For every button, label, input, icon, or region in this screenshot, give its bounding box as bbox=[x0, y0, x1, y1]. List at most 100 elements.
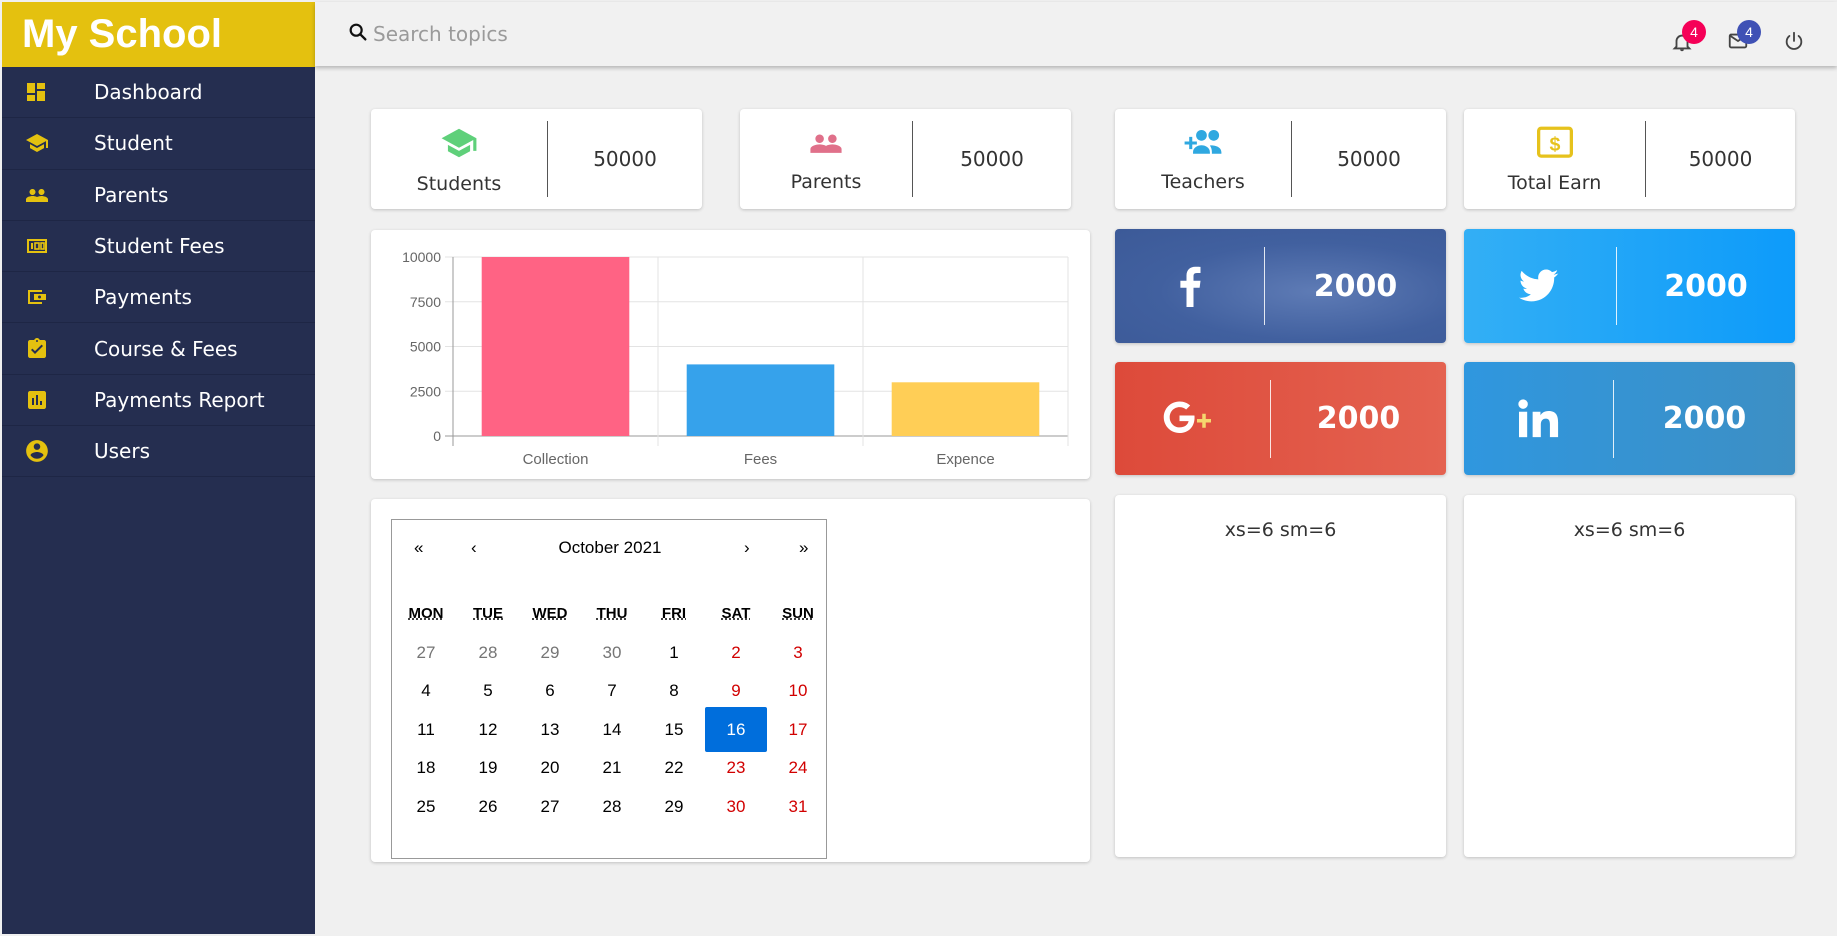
calendar-weekday: WED bbox=[532, 605, 568, 622]
calendar-weekday: SAT bbox=[721, 605, 751, 622]
sidebar-item-label: Student bbox=[94, 131, 173, 156]
sidebar-item-label: Payments Report bbox=[94, 387, 265, 412]
x-tick-label: Collection bbox=[523, 451, 589, 468]
grid-cell-card: xs=6 sm=6 bbox=[1115, 495, 1446, 857]
sidebar-item-label: Users bbox=[94, 439, 151, 464]
stat-label: Parents bbox=[790, 170, 862, 193]
google-plus-card: 2000 bbox=[1115, 362, 1446, 475]
stat-label: Total Earn bbox=[1507, 171, 1602, 194]
brand-title: My School bbox=[22, 12, 223, 56]
calendar-day[interactable]: 25 bbox=[395, 784, 457, 829]
sidebar-item-student[interactable]: Student bbox=[2, 118, 315, 170]
sidebar-item-label: Student Fees bbox=[94, 234, 225, 259]
svg-text:$: $ bbox=[1549, 133, 1560, 155]
calendar-next-year-button[interactable]: » bbox=[799, 538, 808, 558]
top-bar: 4 4 bbox=[315, 2, 1837, 66]
grid-cell-card: xs=6 sm=6 bbox=[1464, 495, 1795, 857]
calendar-day[interactable]: 26 bbox=[457, 784, 519, 829]
twitter-icon bbox=[1464, 229, 1614, 343]
report-icon bbox=[2, 388, 72, 412]
messages-badge: 4 bbox=[1737, 20, 1761, 44]
grid-cell-text: xs=6 sm=6 bbox=[1224, 519, 1337, 541]
calendar-day[interactable]: 28 bbox=[581, 784, 643, 829]
bar-collection bbox=[481, 257, 630, 436]
sidebar: My School Dashboard Student Parents Stud… bbox=[2, 2, 315, 934]
school-icon bbox=[2, 131, 72, 155]
y-tick-label: 0 bbox=[433, 428, 441, 444]
people-icon bbox=[806, 126, 846, 165]
sidebar-item-dashboard[interactable]: Dashboard bbox=[2, 67, 315, 119]
dashboard-icon bbox=[2, 80, 72, 104]
calendar-day[interactable]: 29 bbox=[643, 784, 705, 829]
stat-value: 50000 bbox=[1688, 147, 1753, 171]
google-plus-value: 2000 bbox=[1316, 401, 1401, 436]
sidebar-item-label: Course & Fees bbox=[94, 336, 238, 361]
y-tick-label: 5000 bbox=[410, 339, 441, 355]
search-input[interactable] bbox=[373, 22, 773, 46]
dollar-icon: $ bbox=[1535, 125, 1575, 166]
y-tick-label: 2500 bbox=[410, 383, 441, 399]
linkedin-card: 2000 bbox=[1464, 362, 1795, 475]
stat-card-teachers: Teachers 50000 bbox=[1115, 109, 1446, 209]
linkedin-icon bbox=[1464, 362, 1614, 475]
stat-value: 50000 bbox=[1337, 147, 1401, 171]
calendar-day[interactable]: 30 bbox=[705, 784, 767, 829]
logout-button[interactable] bbox=[1783, 30, 1805, 57]
twitter-value: 2000 bbox=[1664, 268, 1748, 304]
facebook-card: 2000 bbox=[1115, 229, 1446, 343]
calendar-card: « ‹ October 2021 › » MON TUE WED THU FRI SAT S… bbox=[371, 499, 1090, 862]
messages-button[interactable]: 4 bbox=[1726, 20, 1761, 57]
search-bar bbox=[347, 21, 773, 48]
x-tick-label: Expence bbox=[936, 451, 994, 468]
notifications-button[interactable]: 4 bbox=[1671, 20, 1706, 59]
calendar-day[interactable]: 31 bbox=[767, 784, 829, 829]
calendar-next-month-button[interactable]: › bbox=[744, 538, 750, 558]
wallet-icon bbox=[2, 285, 72, 309]
sidebar-item-payments[interactable]: Payments bbox=[2, 272, 315, 324]
notifications-badge: 4 bbox=[1682, 20, 1706, 44]
sidebar-item-payments-report[interactable]: Payments Report bbox=[2, 375, 315, 427]
calendar: « ‹ October 2021 › » MON TUE WED THU FRI SAT S… bbox=[391, 519, 827, 859]
x-tick-label: Fees bbox=[744, 451, 777, 468]
school-icon bbox=[437, 124, 481, 167]
assignment-icon bbox=[2, 337, 72, 361]
calendar-weekday: THU bbox=[596, 605, 628, 622]
stat-label: Students bbox=[416, 172, 502, 195]
brand-header: My School bbox=[2, 2, 315, 67]
calendar-weekday: TUE bbox=[473, 605, 503, 622]
calendar-weekday: SUN bbox=[782, 605, 814, 622]
account-icon bbox=[2, 438, 72, 464]
money-icon bbox=[2, 234, 72, 258]
calendar-weekday: MON bbox=[408, 605, 444, 622]
y-tick-label: 10000 bbox=[402, 249, 441, 265]
calendar-day[interactable]: 27 bbox=[519, 784, 581, 829]
search-icon bbox=[347, 21, 369, 48]
stat-card-students: Students 50000 bbox=[371, 109, 702, 209]
sidebar-item-course-fees[interactable]: Course & Fees bbox=[2, 323, 315, 375]
stat-label: Teachers bbox=[1161, 170, 1245, 193]
sidebar-item-label: Payments bbox=[94, 285, 192, 310]
sidebar-item-student-fees[interactable]: Student Fees bbox=[2, 221, 315, 273]
bar-expence bbox=[891, 382, 1040, 436]
stat-value: 50000 bbox=[960, 147, 1024, 171]
linkedin-value: 2000 bbox=[1662, 401, 1747, 436]
twitter-card: 2000 bbox=[1464, 229, 1795, 343]
sidebar-item-label: Parents bbox=[94, 182, 169, 207]
sidebar-item-users[interactable]: Users bbox=[2, 426, 315, 478]
sidebar-item-label: Dashboard bbox=[94, 80, 203, 105]
facebook-icon bbox=[1115, 229, 1265, 343]
stat-value: 50000 bbox=[593, 147, 657, 171]
bar-chart-card: 10000 7500 5000 2500 0 Collection Fees Expence bbox=[371, 230, 1090, 479]
calendar-month-title[interactable]: October 2021 bbox=[392, 538, 828, 558]
sidebar-item-parents[interactable]: Parents bbox=[2, 170, 315, 221]
bar-fees bbox=[686, 364, 835, 436]
stat-card-parents: Parents 50000 bbox=[740, 109, 1071, 209]
stat-card-total-earn: $ Total Earn 50000 bbox=[1464, 109, 1795, 209]
grid-cell-text: xs=6 sm=6 bbox=[1573, 519, 1686, 541]
facebook-value: 2000 bbox=[1313, 268, 1398, 304]
power-icon bbox=[1783, 31, 1805, 56]
people-icon bbox=[2, 183, 72, 207]
header-actions: 4 4 bbox=[1637, 2, 1837, 66]
google-plus-icon bbox=[1115, 362, 1265, 475]
bell-icon bbox=[1671, 34, 1693, 58]
